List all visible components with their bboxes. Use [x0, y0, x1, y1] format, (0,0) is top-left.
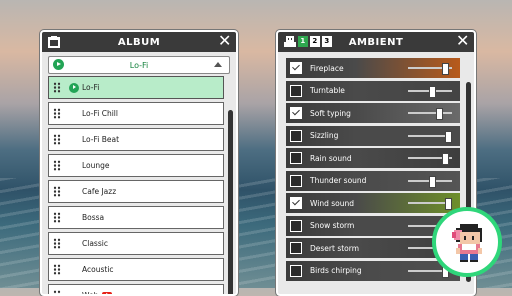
ambient-item-label: Rain sound: [310, 154, 352, 163]
ambient-checkbox[interactable]: [290, 197, 302, 209]
ambient-item-label: Sizzling: [310, 131, 338, 140]
album-item-label: Lo-Fi Chill: [82, 109, 118, 118]
close-icon[interactable]: ✕: [455, 34, 471, 50]
album-item-label: Classic: [82, 239, 108, 248]
ambient-header: 123 AMBIENT ✕: [278, 32, 474, 52]
drag-handle-icon[interactable]: [53, 290, 61, 296]
page-tab-2[interactable]: 2: [310, 36, 320, 47]
volume-slider[interactable]: [408, 90, 452, 92]
album-item-label: Bossa: [82, 213, 104, 222]
album-item-label: Web: [82, 291, 98, 296]
pixel-icon: [283, 35, 297, 49]
album-icon: [47, 35, 61, 49]
album-dropdown-value: Lo-Fi: [130, 61, 149, 70]
slider-knob[interactable]: [445, 131, 452, 143]
ambient-checkbox[interactable]: [290, 130, 302, 142]
slider-knob[interactable]: [442, 153, 449, 165]
volume-slider[interactable]: [408, 202, 452, 204]
ambient-item: Thunder sound: [286, 171, 460, 191]
play-icon: [53, 59, 64, 70]
ambient-item: Fireplace: [286, 58, 460, 78]
volume-slider[interactable]: [408, 180, 452, 182]
ambient-checkbox[interactable]: [290, 265, 302, 277]
album-item[interactable]: Lo-Fi Beat: [48, 128, 224, 151]
youtube-icon: [102, 292, 112, 296]
album-item[interactable]: Classic: [48, 232, 224, 255]
ambient-item: Wind sound: [286, 193, 460, 213]
pixel-character-icon: [452, 224, 486, 262]
slider-knob[interactable]: [445, 198, 452, 210]
album-scrollbar[interactable]: [228, 110, 233, 296]
ambient-checkbox[interactable]: [290, 220, 302, 232]
close-icon[interactable]: ✕: [217, 34, 233, 50]
album-item[interactable]: Cafe Jazz: [48, 180, 224, 203]
album-item-label: Cafe Jazz: [82, 187, 116, 196]
ambient-checkbox[interactable]: [290, 85, 302, 97]
album-item-label: Lounge: [82, 161, 110, 170]
play-icon: [69, 83, 79, 93]
album-item-label: Lo-Fi Beat: [82, 135, 119, 144]
album-list: Lo-Fi Lo-Fi Chill Lo-Fi Beat Lounge Cafe Jaz…: [48, 76, 224, 294]
album-item[interactable]: Acoustic: [48, 258, 224, 281]
ambient-item-label: Snow storm: [310, 221, 354, 230]
ambient-item-label: Soft typing: [310, 109, 351, 118]
slider-knob[interactable]: [436, 108, 443, 120]
album-item[interactable]: Lo-Fi Chill: [48, 102, 224, 125]
drag-handle-icon[interactable]: [53, 134, 61, 145]
album-item[interactable]: Lounge: [48, 154, 224, 177]
slider-knob[interactable]: [429, 176, 436, 188]
page-tab-3[interactable]: 3: [322, 36, 332, 47]
ambient-checkbox[interactable]: [290, 152, 302, 164]
drag-handle-icon[interactable]: [53, 160, 61, 171]
drag-handle-icon[interactable]: [53, 82, 61, 93]
drag-handle-icon[interactable]: [53, 186, 61, 197]
drag-handle-icon[interactable]: [53, 264, 61, 275]
ambient-item-label: Fireplace: [310, 64, 344, 73]
album-item[interactable]: Bossa: [48, 206, 224, 229]
album-title: ALBUM: [118, 37, 160, 48]
volume-slider[interactable]: [408, 157, 452, 159]
pixel-character-avatar[interactable]: [432, 207, 502, 277]
ambient-checkbox[interactable]: [290, 62, 302, 74]
chevron-up-icon[interactable]: [214, 62, 222, 67]
album-item[interactable]: Web: [48, 284, 224, 296]
ambient-checkbox[interactable]: [290, 107, 302, 119]
ambient-checkbox[interactable]: [290, 242, 302, 254]
ambient-item: Soft typing: [286, 103, 460, 123]
ambient-page-tabs: 123: [298, 36, 332, 47]
ambient-item-label: Turntable: [310, 86, 345, 95]
album-item-label: Acoustic: [82, 265, 114, 274]
album-dropdown[interactable]: Lo-Fi: [48, 56, 230, 74]
ambient-title: AMBIENT: [349, 37, 404, 48]
album-item-label: Lo-Fi: [82, 83, 99, 92]
ambient-item-label: Desert storm: [310, 244, 359, 253]
ambient-item: Sizzling: [286, 126, 460, 146]
drag-handle-icon[interactable]: [53, 212, 61, 223]
slider-knob[interactable]: [442, 63, 449, 75]
page-tab-1[interactable]: 1: [298, 36, 308, 47]
volume-slider[interactable]: [408, 135, 452, 137]
ambient-item: Birds chirping: [286, 261, 460, 281]
volume-slider[interactable]: [408, 112, 452, 114]
ambient-item-label: Birds chirping: [310, 266, 362, 275]
drag-handle-icon[interactable]: [53, 238, 61, 249]
ambient-checkbox[interactable]: [290, 175, 302, 187]
ambient-item-label: Thunder sound: [310, 176, 366, 185]
ambient-item: Turntable: [286, 81, 460, 101]
drag-handle-icon[interactable]: [53, 108, 61, 119]
album-header: ALBUM ✕: [42, 32, 236, 52]
album-panel: ALBUM ✕ Lo-Fi Lo-Fi Lo-Fi Chill Lo-Fi Beat…: [40, 30, 238, 296]
ambient-item: Rain sound: [286, 148, 460, 168]
album-item[interactable]: Lo-Fi: [48, 76, 224, 99]
slider-knob[interactable]: [429, 86, 436, 98]
volume-slider[interactable]: [408, 67, 452, 69]
ambient-item-label: Wind sound: [310, 199, 354, 208]
